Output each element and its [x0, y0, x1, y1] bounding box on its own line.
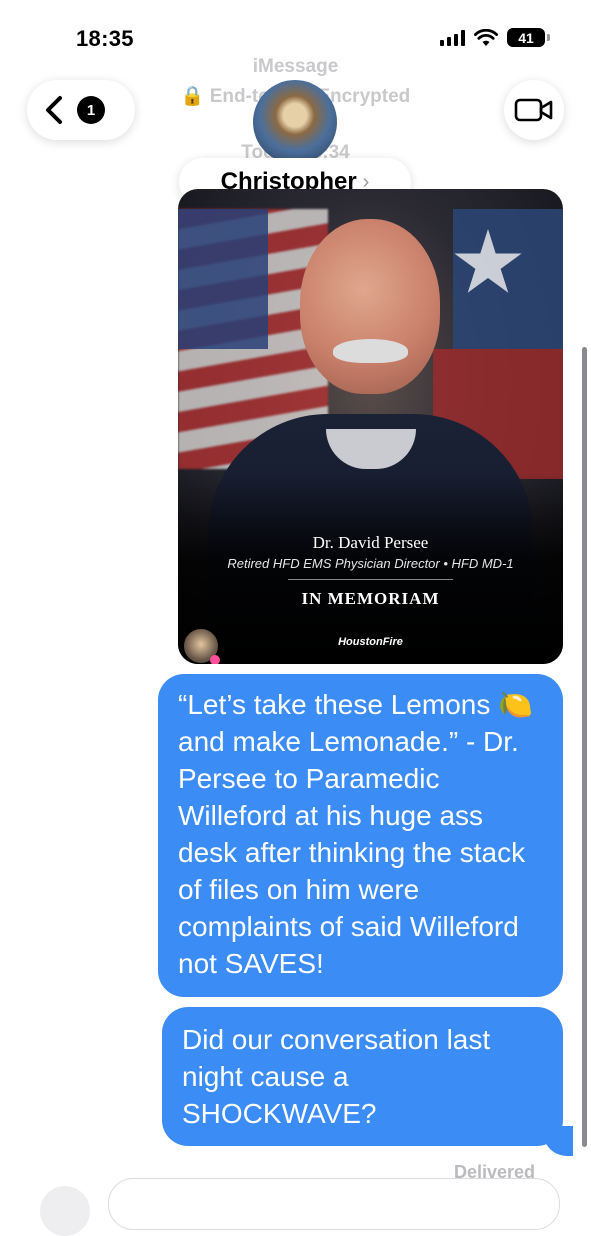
portrait-head: [300, 219, 440, 394]
us-flag-canton: [178, 209, 268, 349]
image-message[interactable]: Dr. David Persee Retired HFD EMS Physici…: [178, 189, 563, 664]
contact-avatar[interactable]: [253, 80, 337, 164]
portrait-mustache: [333, 339, 408, 363]
status-time: 18:35: [76, 26, 134, 51]
battery-level: 41: [518, 29, 534, 46]
battery-icon: 41: [507, 28, 550, 47]
houston-fire-logo: HoustonFire: [338, 636, 403, 648]
memorial-name: Dr. David Persee: [312, 533, 429, 552]
video-call-button[interactable]: [504, 80, 564, 140]
service-label: iMessage: [252, 56, 339, 77]
texas-flag-blue: [453, 209, 563, 349]
heart-reaction-icon: [210, 655, 220, 664]
status-icons: 41: [440, 28, 550, 47]
plus-icon[interactable]: [40, 1186, 90, 1236]
message-bubble[interactable]: Did our conversation last night cause a …: [162, 1007, 563, 1146]
message-input[interactable]: [108, 1178, 560, 1230]
message-bubble[interactable]: “Let’s take these Lemons 🍋 and make Lemo…: [158, 674, 563, 997]
unread-badge: 1: [77, 96, 105, 124]
memorial-role: Retired HFD EMS Physician Director • HFD…: [227, 556, 514, 571]
wifi-icon: [474, 28, 498, 46]
memorial-title: IN MEMORIAM: [301, 589, 440, 608]
back-button[interactable]: 1: [27, 80, 135, 140]
scrollbar[interactable]: [582, 347, 587, 1147]
video-camera-icon: [514, 98, 553, 122]
signal-icon: [440, 29, 465, 46]
lock-icon: 🔒: [180, 86, 205, 107]
caption-divider: [288, 579, 453, 580]
back-chevron-icon: [46, 96, 62, 124]
